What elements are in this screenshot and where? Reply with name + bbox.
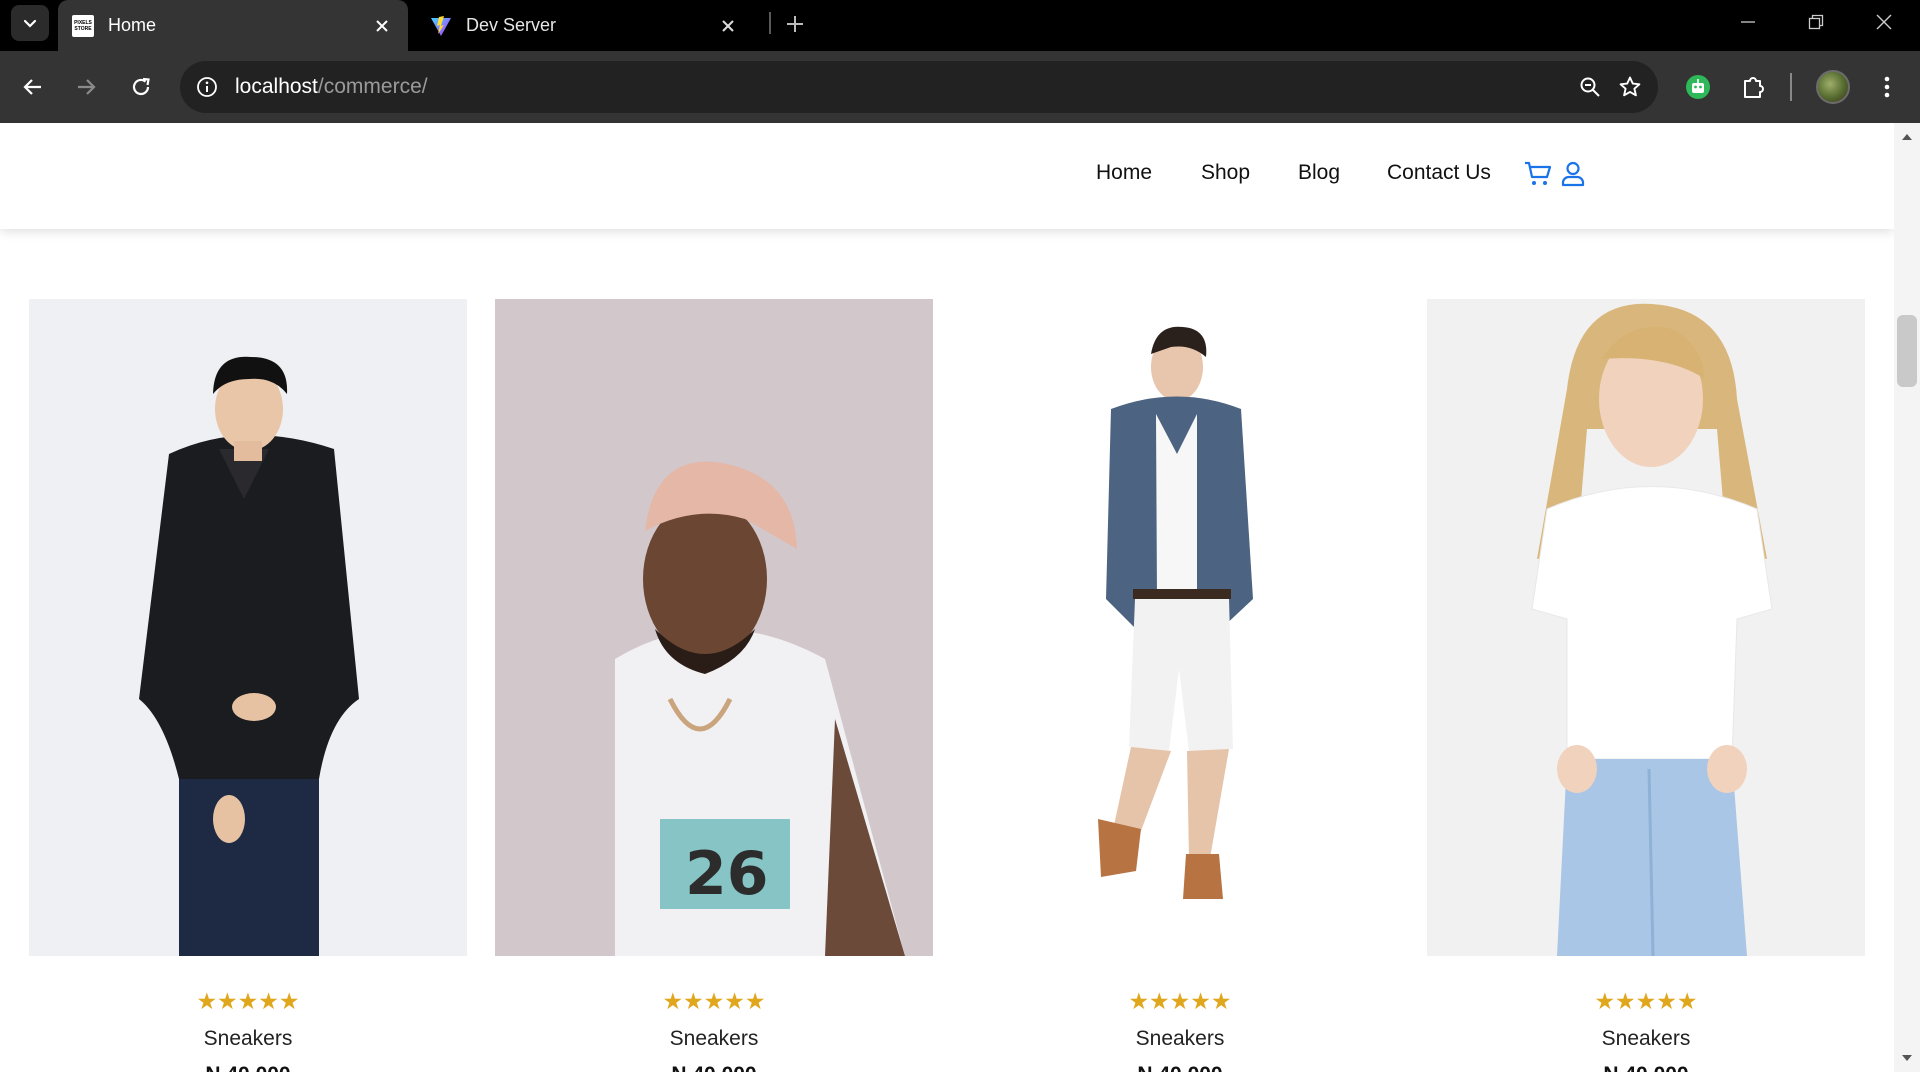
product-photo-man-pink-cap: 26 [495, 299, 933, 956]
product-photo-man-black-blazer [29, 299, 467, 956]
reload-icon [132, 77, 150, 96]
tab-title: Dev Server [466, 15, 557, 35]
nav-link-blog[interactable]: Blog [1298, 161, 1340, 185]
product-price: N 40,000 [1427, 1063, 1865, 1072]
extensions-menu-button[interactable] [1734, 67, 1774, 107]
account-button[interactable] [1558, 159, 1588, 189]
address-bar[interactable]: localhost/commerce/ [180, 61, 1658, 113]
product-image[interactable] [961, 299, 1399, 956]
product-card[interactable]: ★★★★★ Sneakers N 40,000 [29, 299, 467, 1072]
star-outline-icon [1619, 76, 1641, 97]
tab-title: Home [108, 15, 157, 35]
rating-stars: ★★★★★ [495, 990, 933, 1013]
tab-dev-server[interactable]: Dev Server [416, 0, 754, 51]
minimize-button[interactable] [1714, 0, 1782, 44]
nav-link-contact[interactable]: Contact Us [1387, 161, 1491, 185]
arrow-right-icon [78, 79, 96, 95]
product-name[interactable]: Sneakers [1427, 1027, 1865, 1051]
url-text[interactable]: localhost/commerce/ [235, 75, 1570, 99]
close-icon [1876, 14, 1892, 30]
profile-avatar[interactable] [1816, 70, 1850, 104]
cart-icon [1525, 161, 1552, 185]
minimize-icon [1741, 21, 1755, 23]
restore-button[interactable] [1782, 0, 1850, 44]
product-price: N 40,000 [961, 1063, 1399, 1072]
product-name[interactable]: Sneakers [495, 1027, 933, 1051]
tab-search-button[interactable] [11, 5, 49, 41]
site-info-icon[interactable] [195, 75, 219, 99]
page-scrollbar[interactable] [1894, 123, 1920, 1072]
site-header: Home Shop Blog Contact Us [0, 123, 1894, 229]
triangle-up-icon [1902, 134, 1912, 140]
page-viewport: Home Shop Blog Contact Us ★★★★★ Sneakers… [0, 123, 1920, 1072]
arrow-left-icon [23, 79, 41, 95]
product-price: N 40,000 [29, 1063, 467, 1072]
rating-star-glyphs: ★★★★★ [196, 988, 300, 1014]
nav-link-home[interactable]: Home [1096, 161, 1152, 185]
browser-toolbar: localhost/commerce/ [0, 51, 1920, 123]
product-image[interactable] [29, 299, 467, 956]
rating-stars: ★★★★★ [961, 990, 1399, 1013]
product-card[interactable]: ★★★★★ Sneakers N 40,000 [1427, 299, 1865, 1072]
chevron-down-icon [23, 19, 37, 28]
new-tab-button[interactable] [780, 9, 810, 39]
forward-button[interactable] [66, 67, 106, 107]
product-photo-man-floral-shirt [961, 299, 1399, 956]
restore-icon [1808, 14, 1824, 30]
tab-home[interactable]: PIXELS STORE Home [58, 0, 408, 51]
browser-tab-bar: PIXELS STORE Home Dev Server [0, 0, 1920, 51]
close-tab-button[interactable] [716, 14, 740, 38]
robot-extension-icon [1686, 75, 1710, 99]
product-card[interactable]: 26 ★★★★★ Sneakers N 40,000 [495, 299, 933, 1072]
rating-stars: ★★★★★ [1427, 990, 1865, 1013]
puzzle-icon [1744, 77, 1764, 98]
url-path: /commerce/ [317, 75, 428, 98]
product-photo-woman-white-tee [1427, 299, 1865, 956]
close-tab-button[interactable] [370, 14, 394, 38]
product-image[interactable]: 26 [495, 299, 933, 956]
product-grid: ★★★★★ Sneakers N 40,000 26 ★★★★★ [0, 299, 1894, 1072]
close-icon [722, 19, 734, 32]
nav-link-shop[interactable]: Shop [1201, 161, 1250, 185]
user-icon [1561, 161, 1585, 187]
extension-button[interactable] [1678, 67, 1718, 107]
cart-button[interactable] [1523, 159, 1553, 189]
product-image[interactable] [1427, 299, 1865, 956]
rating-star-glyphs: ★★★★★ [1594, 988, 1698, 1014]
svg-text:26: 26 [685, 839, 769, 909]
product-name[interactable]: Sneakers [961, 1027, 1399, 1051]
reload-button[interactable] [121, 67, 161, 107]
product-name[interactable]: Sneakers [29, 1027, 467, 1051]
zoom-icon [1580, 77, 1600, 97]
close-window-button[interactable] [1850, 0, 1918, 44]
url-host: localhost [235, 75, 318, 98]
scroll-up-arrow[interactable] [1897, 127, 1917, 147]
plus-icon [787, 16, 803, 32]
kebab-menu-icon [1884, 76, 1890, 98]
scrollbar-thumb[interactable] [1897, 315, 1917, 387]
zoom-button[interactable] [1570, 67, 1610, 107]
close-icon [376, 19, 388, 32]
product-card[interactable]: ★★★★★ Sneakers N 40,000 [961, 299, 1399, 1072]
rating-star-glyphs: ★★★★★ [662, 988, 766, 1014]
vite-logo-icon [430, 15, 452, 37]
bookmark-button[interactable] [1610, 67, 1650, 107]
browser-menu-button[interactable] [1867, 67, 1907, 107]
tab-divider [769, 12, 771, 34]
triangle-down-icon [1902, 1055, 1912, 1061]
toolbar-divider [1790, 73, 1792, 101]
product-price: N 40,000 [495, 1063, 933, 1072]
scroll-down-arrow[interactable] [1897, 1048, 1917, 1068]
back-button[interactable] [13, 67, 53, 107]
rating-star-glyphs: ★★★★★ [1128, 988, 1232, 1014]
site-favicon: PIXELS STORE [72, 14, 94, 37]
rating-stars: ★★★★★ [29, 990, 467, 1013]
